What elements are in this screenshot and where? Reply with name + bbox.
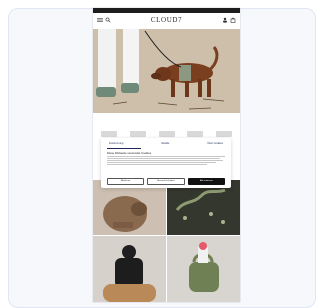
category-item[interactable] — [129, 131, 146, 137]
product-tile[interactable] — [93, 180, 166, 235]
product-tile[interactable] — [167, 236, 240, 302]
category-item[interactable] — [158, 131, 175, 137]
active-tab-indicator — [107, 148, 141, 149]
category-strip — [101, 131, 232, 137]
tab-about-cookies[interactable]: Über Cookies — [205, 142, 225, 145]
site-header: CLOUD7 — [93, 13, 240, 30]
category-item[interactable] — [101, 131, 117, 137]
consent-body: Diese Webseite verwendet Cookies — [107, 152, 225, 177]
consent-title: Diese Webseite verwendet Cookies — [107, 151, 152, 155]
brand-logo[interactable]: CLOUD7 — [93, 16, 240, 24]
text-line — [107, 164, 208, 165]
allow-all-button[interactable]: Alle zulassen — [187, 178, 225, 185]
deny-button[interactable]: Ablehnen — [107, 178, 145, 185]
account-icon[interactable] — [222, 17, 228, 23]
text-line — [107, 162, 216, 163]
cart-icon[interactable] — [230, 17, 236, 23]
hero-image[interactable] — [93, 29, 240, 113]
cookie-consent-dialog: Zustimmung Details Über Cookies Diese We… — [101, 138, 231, 188]
allow-selection-button[interactable]: Auswahl erlauben — [147, 178, 185, 185]
category-item[interactable] — [187, 131, 204, 137]
text-line — [107, 158, 221, 159]
text-line — [107, 160, 223, 161]
product-tile[interactable] — [93, 236, 166, 302]
consent-actions: Ablehnen Auswahl erlauben Alle zulassen — [107, 178, 225, 185]
tab-details[interactable]: Details — [159, 142, 171, 145]
consent-tabs: Zustimmung Details Über Cookies — [107, 142, 225, 145]
product-tile[interactable] — [167, 180, 240, 235]
category-item[interactable] — [216, 131, 232, 137]
mobile-website-preview: CLOUD7 Zustimmung Details Über Cookies D… — [93, 8, 240, 302]
tab-consent[interactable]: Zustimmung — [107, 142, 125, 145]
text-line — [107, 156, 225, 157]
